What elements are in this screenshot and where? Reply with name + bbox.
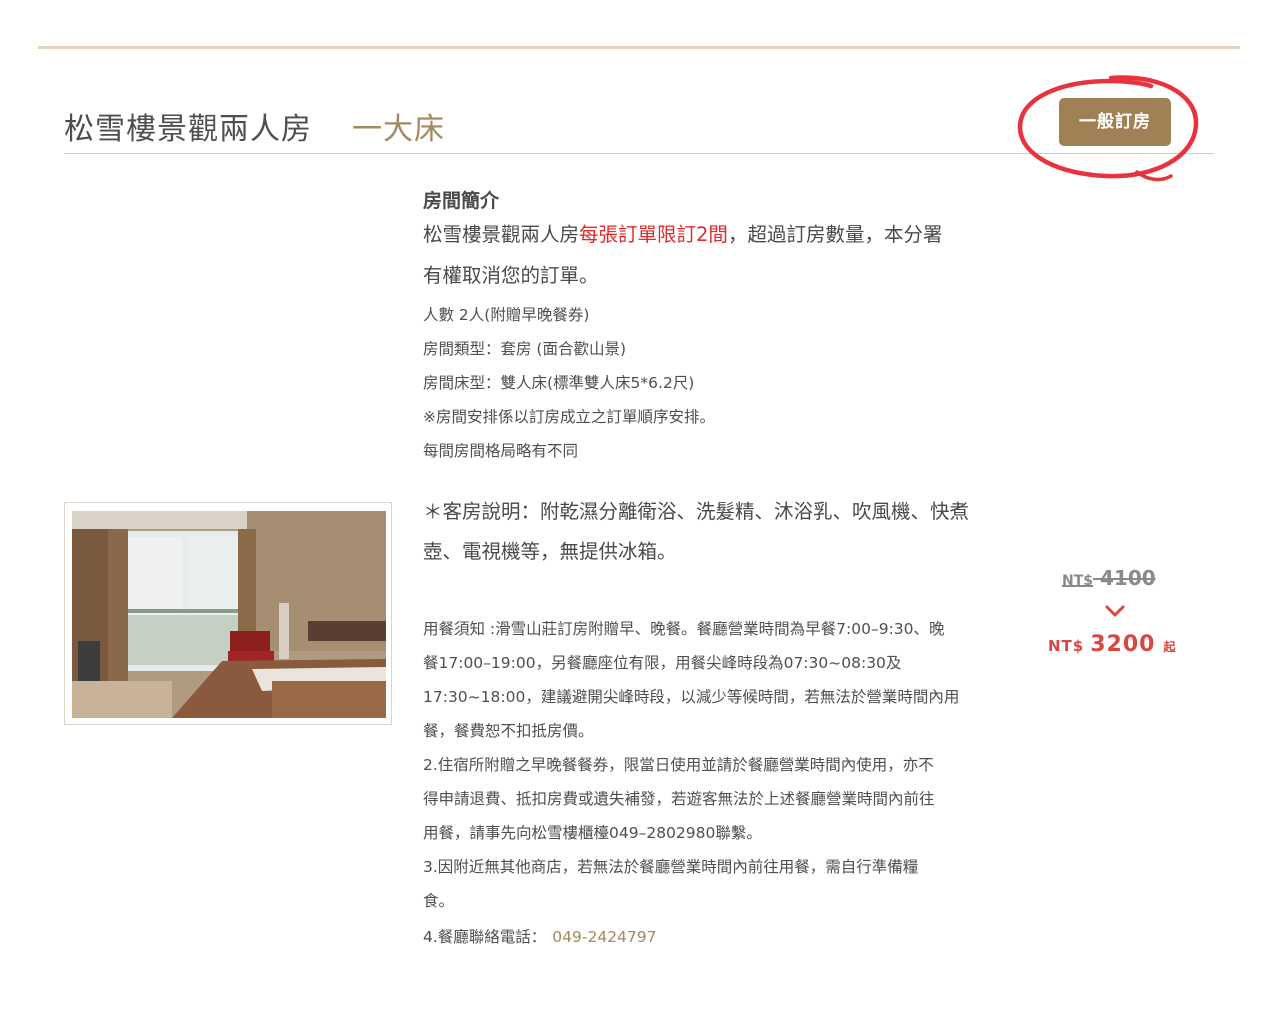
room-details: 房間簡介 松雪樓景觀兩人房每張訂單限訂2間，超過訂房數量，本分署 有權取消您的訂… — [423, 186, 1003, 954]
book-room-button[interactable]: 一般訂房 — [1059, 98, 1171, 146]
room-photo-image — [72, 511, 386, 718]
spec-occupancy: 人數 2人(附贈早晚餐券) — [423, 306, 590, 324]
room-header: 松雪樓景觀兩人房 一大床 一般訂房 — [64, 98, 1214, 154]
note-line: 餐，餐費恕不扣抵房價。 — [423, 722, 594, 740]
room-spec-list: 人數 2人(附贈早晚餐券) 房間類型：套房 (面合歡山景) 房間床型：雙人床(標… — [423, 298, 1003, 468]
price-from-suffix: 起 — [1163, 640, 1176, 654]
room-title: 松雪樓景觀兩人房 — [64, 112, 312, 147]
chevron-down-icon — [1105, 605, 1125, 617]
intro-line-2: 有權取消您的訂單。 — [423, 264, 599, 287]
intro-line-1-prefix: 松雪樓景觀兩人房 — [423, 223, 580, 246]
original-price-amount: 4100 — [1099, 566, 1156, 590]
note-line: 用餐須知 :滑雪山莊訂房附贈早、晚餐。餐廳營業時間為早餐7:00–9:30、晚 — [423, 620, 945, 638]
discounted-price-currency: NT$ — [1048, 637, 1085, 655]
restaurant-phone-line: 4.餐廳聯絡電話： 049-2424797 — [423, 920, 1003, 954]
top-divider — [38, 46, 1240, 49]
room-description: ＊客房說明：附乾濕分離衛浴、洗髮精、沐浴乳、吹風機、快煮 壺、電視機等，無提供冰… — [423, 492, 1003, 572]
description-line-1: ＊客房說明：附乾濕分離衛浴、洗髮精、沐浴乳、吹風機、快煮 — [423, 500, 970, 523]
note-line: 得申請退費、抵扣房費或遺失補發，若遊客無法於上述餐廳營業時間內前往 — [423, 790, 935, 808]
spec-allocation-note: ※房間安排係以訂房成立之訂單順序安排。 — [423, 408, 715, 426]
restaurant-phone-label: 4.餐廳聯絡電話： — [423, 928, 547, 946]
note-line: 17:30~18:00，建議避開尖峰時段，以減少等候時間，若無法於營業時間內用 — [423, 688, 960, 706]
spec-room-type: 房間類型：套房 (面合歡山景) — [423, 340, 627, 358]
spec-bed-type: 房間床型：雙人床(標準雙人床5*6.2尺) — [423, 374, 695, 392]
spec-layout-note: 每間房間格局略有不同 — [423, 442, 579, 460]
discounted-price-amount: 3200 — [1090, 632, 1156, 657]
original-price: NT$ 4100 — [1062, 566, 1156, 590]
note-line: 餐17:00–19:00，另餐廳座位有限，用餐尖峰時段為07:30~08:30及 — [423, 654, 902, 672]
note-line: 2.住宿所附贈之早晚餐餐券，限當日使用並請於餐廳營業時間內使用，亦不 — [423, 756, 934, 774]
original-price-currency: NT$ — [1062, 573, 1094, 589]
discounted-price: NT$ 3200 起 — [1048, 632, 1175, 657]
intro-line-1: 松雪樓景觀兩人房每張訂單限訂2間，超過訂房數量，本分署 — [423, 214, 1003, 255]
note-line: 食。 — [423, 892, 455, 910]
description-line-2: 壺、電視機等，無提供冰箱。 — [423, 540, 677, 563]
intro-line-1-suffix: ，超過訂房數量，本分署 — [727, 223, 943, 246]
room-photo[interactable] — [64, 502, 392, 725]
note-line: 用餐，請事先向松雪樓櫃檯049–2802980聯繫。 — [423, 824, 762, 842]
booking-limit-notice: 每張訂單限訂2間 — [579, 223, 728, 246]
intro-heading: 房間簡介 — [423, 190, 500, 212]
restaurant-phone-number[interactable]: 049-2424797 — [552, 928, 656, 946]
room-bed-type: 一大床 — [352, 112, 445, 147]
dining-notes: 用餐須知 :滑雪山莊訂房附贈早、晚餐。餐廳營業時間為早餐7:00–9:30、晚 … — [423, 612, 1003, 954]
note-line: 3.因附近無其他商店，若無法於餐廳營業時間內前往用餐，需自行準備糧 — [423, 858, 919, 876]
